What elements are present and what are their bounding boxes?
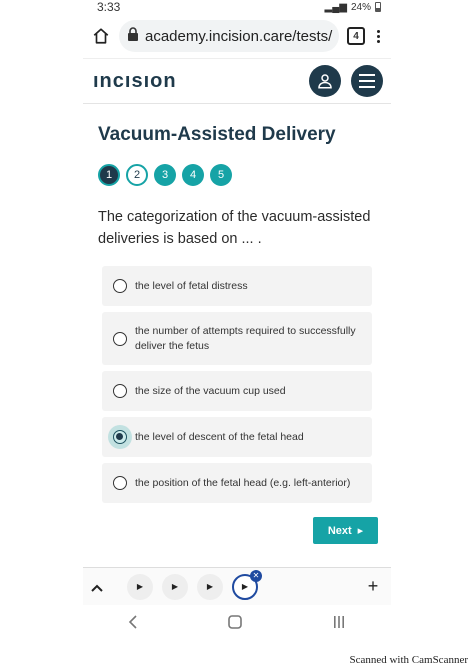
test-content: Vacuum-Assisted Delivery 1 2 3 4 5 The c… <box>83 124 391 503</box>
answer-option-3[interactable]: the size of the vacuum cup used <box>102 371 372 411</box>
bottom-toolbar: ▶ ▶ ▶ ▶ ✕ + <box>83 567 391 605</box>
phone-screen: 3:33 ▂▄▆ 24% academy.incision.care/tests… <box>83 0 391 650</box>
system-navigation-bar <box>83 608 391 640</box>
next-button-label: Next <box>327 524 352 537</box>
incision-logo[interactable]: ıncısıon <box>93 70 299 93</box>
recent-apps-icon[interactable] <box>332 615 346 634</box>
answer-option-4[interactable]: the level of descent of the fetal head <box>102 417 372 457</box>
play-button[interactable]: ▶ <box>162 573 188 600</box>
close-icon[interactable]: ✕ <box>250 569 262 582</box>
play-button[interactable]: ▶ <box>197 573 223 600</box>
option-label: the number of attempts required to succe… <box>135 324 356 352</box>
step-indicator: 1 2 3 4 5 <box>98 164 378 186</box>
status-icons: ▂▄▆ 24% <box>325 2 381 13</box>
answer-option-5[interactable]: the position of the fetal head (e.g. lef… <box>102 463 372 503</box>
option-label: the level of fetal distress <box>135 279 248 292</box>
step-1[interactable]: 1 <box>98 164 120 186</box>
radio-button[interactable] <box>113 279 127 293</box>
user-icon <box>318 74 332 89</box>
option-label: the position of the fetal head (e.g. lef… <box>135 476 351 489</box>
play-icon: ▶ <box>136 582 144 591</box>
media-controls: ▶ ▶ ▶ ▶ ✕ <box>127 569 363 600</box>
caret-right-icon: ▸ <box>357 525 364 537</box>
step-2[interactable]: 2 <box>126 164 148 186</box>
play-icon: ▶ <box>171 582 179 591</box>
answer-options: the level of fetal distress the number o… <box>98 266 378 503</box>
play-icon: ▶ <box>241 582 249 591</box>
radio-button[interactable] <box>113 331 127 346</box>
camscanner-watermark: Scanned with CamScanner <box>349 654 468 666</box>
answer-option-2[interactable]: the number of attempts required to succe… <box>102 312 372 365</box>
battery-icon <box>375 2 381 12</box>
page-title: Vacuum-Assisted Delivery <box>98 124 336 145</box>
next-button[interactable]: Next ▸ <box>313 517 378 544</box>
answer-option-1[interactable]: the level of fetal distress <box>102 266 372 306</box>
plus-icon[interactable]: + <box>363 576 383 597</box>
chevron-up-icon[interactable] <box>91 579 115 595</box>
back-icon[interactable] <box>128 614 138 634</box>
home-icon[interactable] <box>91 26 111 46</box>
profile-button[interactable] <box>309 65 341 97</box>
battery-percent: 24% <box>350 1 371 13</box>
url-bar[interactable]: academy.incision.care/tests/ <box>119 20 339 52</box>
url-text: academy.incision.care/tests/ <box>145 27 333 45</box>
play-button-active[interactable]: ▶ ✕ <box>232 569 262 600</box>
play-icon: ▶ <box>206 582 214 591</box>
app-header: ıncısıon <box>83 59 391 104</box>
home-nav-icon[interactable] <box>228 614 242 634</box>
option-label: the size of the vacuum cup used <box>135 384 286 397</box>
radio-button[interactable] <box>113 384 127 398</box>
step-3[interactable]: 3 <box>154 164 176 186</box>
browser-menu-icon[interactable] <box>373 29 383 43</box>
lock-icon <box>127 27 139 45</box>
step-5[interactable]: 5 <box>210 164 232 186</box>
play-button[interactable]: ▶ <box>127 573 153 600</box>
radio-button-selected[interactable] <box>108 425 132 449</box>
status-bar: 3:33 ▂▄▆ 24% <box>83 0 391 14</box>
browser-toolbar: academy.incision.care/tests/ 4 <box>83 14 391 59</box>
radio-button[interactable] <box>113 476 127 490</box>
hamburger-menu-button[interactable] <box>351 65 383 97</box>
next-button-row: Next ▸ <box>83 517 391 544</box>
step-4[interactable]: 4 <box>182 164 204 186</box>
tab-switcher-button[interactable]: 4 <box>347 27 365 45</box>
question-text: The categorization of the vacuum-assiste… <box>98 209 371 247</box>
status-time: 3:33 <box>97 0 121 14</box>
option-label: the level of descent of the fetal head <box>135 430 304 443</box>
signal-icon: ▂▄▆ <box>324 1 347 13</box>
menu-icon <box>359 74 375 88</box>
